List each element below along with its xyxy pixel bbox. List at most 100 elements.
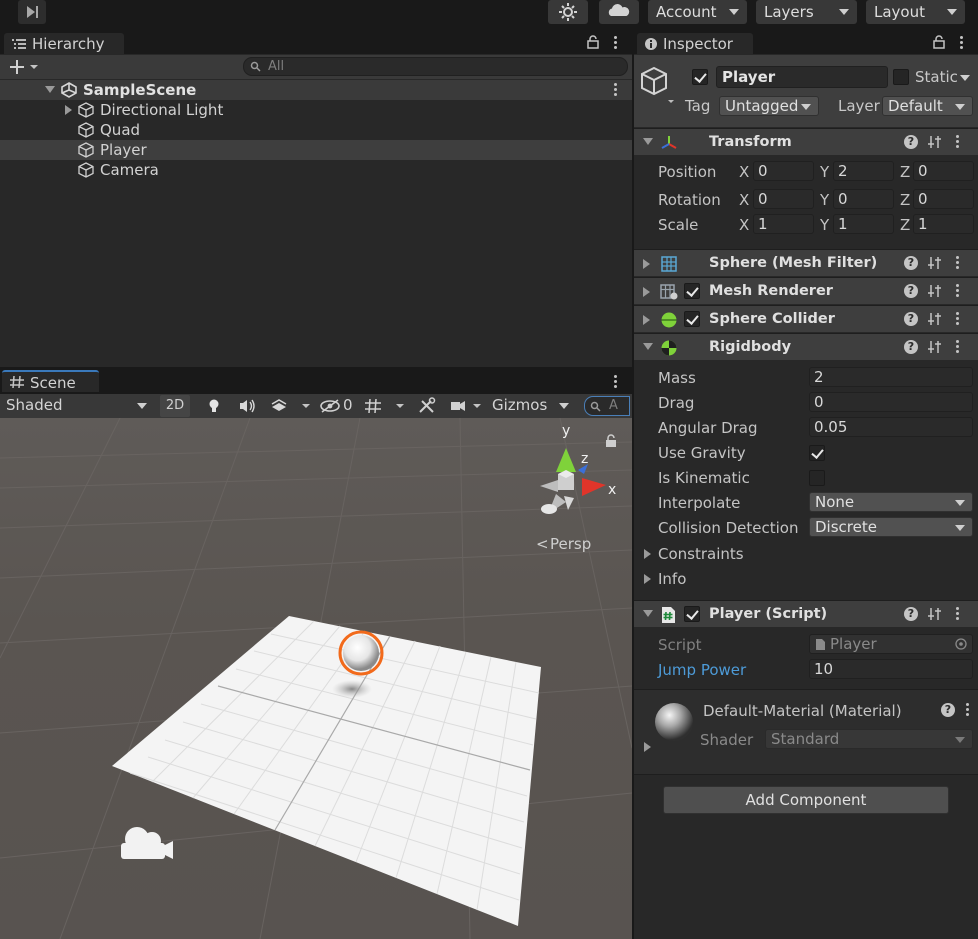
rotation-z-field[interactable]: 0 — [913, 189, 974, 209]
mode-2d-button[interactable]: 2D — [160, 395, 190, 417]
foldout-arrow-icon[interactable] — [643, 138, 653, 145]
help-icon[interactable]: ? — [904, 284, 918, 298]
active-checkbox[interactable] — [692, 69, 708, 85]
mesh-renderer-header[interactable]: Mesh Renderer ? — [634, 277, 978, 304]
lighting-toggle-icon[interactable] — [198, 397, 230, 415]
angular-drag-field[interactable]: 0.05 — [809, 417, 973, 437]
help-icon[interactable]: ? — [941, 703, 955, 717]
tag-dropdown[interactable]: Untagged — [719, 96, 819, 116]
services-button[interactable] — [548, 0, 588, 24]
position-z-field[interactable]: 0 — [913, 161, 974, 181]
shading-mode-dropdown[interactable]: Shaded — [0, 394, 155, 418]
rotation-x-field[interactable]: 0 — [753, 189, 814, 209]
more-menu-icon[interactable] — [966, 703, 970, 717]
sphere-collider-enabled-checkbox[interactable] — [684, 311, 700, 327]
lock-icon[interactable] — [933, 35, 945, 49]
effects-toggle-icon[interactable] — [266, 397, 316, 415]
gizmos-dropdown[interactable]: Gizmos — [488, 394, 576, 418]
foldout-arrow-icon[interactable] — [643, 287, 650, 297]
more-menu-icon[interactable] — [614, 83, 618, 97]
more-menu-icon[interactable] — [960, 36, 964, 50]
position-x-field[interactable]: 0 — [753, 161, 814, 181]
account-dropdown[interactable]: Account — [648, 0, 747, 24]
help-icon[interactable]: ? — [904, 312, 918, 326]
cloud-button[interactable] — [599, 0, 639, 24]
mass-field[interactable]: 2 — [809, 367, 973, 387]
camera-settings-icon[interactable] — [446, 397, 486, 415]
scene-root-row[interactable]: SampleScene — [0, 80, 632, 100]
more-menu-icon[interactable] — [614, 36, 618, 50]
lock-icon[interactable] — [587, 35, 599, 49]
foldout-arrow-icon[interactable] — [643, 259, 650, 269]
use-gravity-checkbox[interactable] — [809, 445, 825, 461]
scale-y-field[interactable]: 1 — [833, 214, 894, 234]
foldout-arrow-icon[interactable] — [643, 315, 650, 325]
rigidbody-header[interactable]: Rigidbody ? — [634, 333, 978, 360]
foldout-arrow-icon[interactable] — [643, 343, 653, 350]
rotation-y-field[interactable]: 0 — [833, 189, 894, 209]
more-menu-icon[interactable] — [614, 375, 618, 389]
add-component-button[interactable]: Add Component — [663, 786, 949, 814]
expand-arrow-icon[interactable] — [65, 105, 72, 115]
help-icon[interactable]: ? — [904, 340, 918, 354]
help-icon[interactable]: ? — [904, 607, 918, 621]
hierarchy-item-player[interactable]: Player — [0, 140, 632, 160]
hierarchy-item-directional-light[interactable]: Directional Light — [0, 100, 632, 120]
more-menu-icon[interactable] — [956, 135, 960, 149]
jump-power-field[interactable]: 10 — [809, 659, 973, 679]
sphere-collider-header[interactable]: Sphere Collider ? — [634, 305, 978, 332]
foldout-arrow-icon[interactable] — [644, 549, 651, 559]
drag-field[interactable]: 0 — [809, 392, 973, 412]
more-menu-icon[interactable] — [956, 312, 960, 326]
help-icon[interactable]: ? — [904, 256, 918, 270]
add-icon[interactable] — [8, 59, 42, 75]
scale-z-field[interactable]: 1 — [913, 214, 974, 234]
hierarchy-search-input[interactable]: All — [243, 57, 628, 76]
hidden-objects-icon[interactable] — [318, 397, 342, 415]
hierarchy-item-quad[interactable]: Quad — [0, 120, 632, 140]
tab-hierarchy[interactable]: Hierarchy — [4, 33, 124, 55]
preset-icon[interactable] — [928, 312, 942, 326]
gameobject-cube-icon[interactable] — [640, 66, 680, 104]
mesh-renderer-enabled-checkbox[interactable] — [684, 283, 700, 299]
info-foldout[interactable]: Info — [634, 569, 978, 589]
preset-icon[interactable] — [928, 135, 942, 149]
preset-icon[interactable] — [928, 284, 942, 298]
scale-x-field[interactable]: 1 — [753, 214, 814, 234]
object-name-field[interactable]: Player — [716, 66, 888, 88]
step-button[interactable] — [18, 0, 46, 24]
layer-dropdown[interactable]: Default — [882, 96, 973, 116]
foldout-arrow-icon[interactable] — [644, 574, 651, 584]
scene-render[interactable] — [0, 418, 632, 939]
transform-header[interactable]: Transform ? — [634, 128, 978, 155]
more-menu-icon[interactable] — [956, 256, 960, 270]
audio-toggle-icon[interactable] — [232, 397, 262, 415]
constraints-foldout[interactable]: Constraints — [634, 544, 978, 564]
projection-toggle[interactable]: <Persp — [536, 535, 591, 553]
preset-icon[interactable] — [928, 607, 942, 621]
grid-toggle-icon[interactable] — [362, 397, 412, 415]
foldout-arrow-icon[interactable] — [644, 742, 651, 752]
chevron-down-icon[interactable] — [960, 75, 970, 81]
is-kinematic-checkbox[interactable] — [809, 470, 825, 486]
scene-search-input[interactable]: A — [584, 396, 630, 416]
collision-detection-dropdown[interactable]: Discrete — [809, 517, 973, 537]
hierarchy-item-camera[interactable]: Camera — [0, 160, 632, 180]
help-icon[interactable]: ? — [904, 135, 918, 149]
player-script-header[interactable]: Player (Script) ? — [634, 600, 978, 627]
tools-icon[interactable] — [416, 397, 438, 415]
tab-inspector[interactable]: Inspector — [637, 33, 753, 55]
mesh-filter-header[interactable]: Sphere (Mesh Filter) ? — [634, 249, 978, 276]
tab-scene[interactable]: Scene — [2, 370, 99, 392]
player-script-enabled-checkbox[interactable] — [684, 606, 700, 622]
position-y-field[interactable]: 2 — [833, 161, 894, 181]
layout-dropdown[interactable]: Layout — [866, 0, 965, 24]
more-menu-icon[interactable] — [956, 340, 960, 354]
expand-arrow-icon[interactable] — [45, 86, 55, 93]
preset-icon[interactable] — [928, 256, 942, 270]
layers-dropdown[interactable]: Layers — [756, 0, 857, 24]
scene-viewport[interactable]: y z x <Persp — [0, 418, 632, 939]
foldout-arrow-icon[interactable] — [643, 610, 653, 617]
more-menu-icon[interactable] — [956, 607, 960, 621]
static-checkbox[interactable] — [893, 69, 909, 85]
